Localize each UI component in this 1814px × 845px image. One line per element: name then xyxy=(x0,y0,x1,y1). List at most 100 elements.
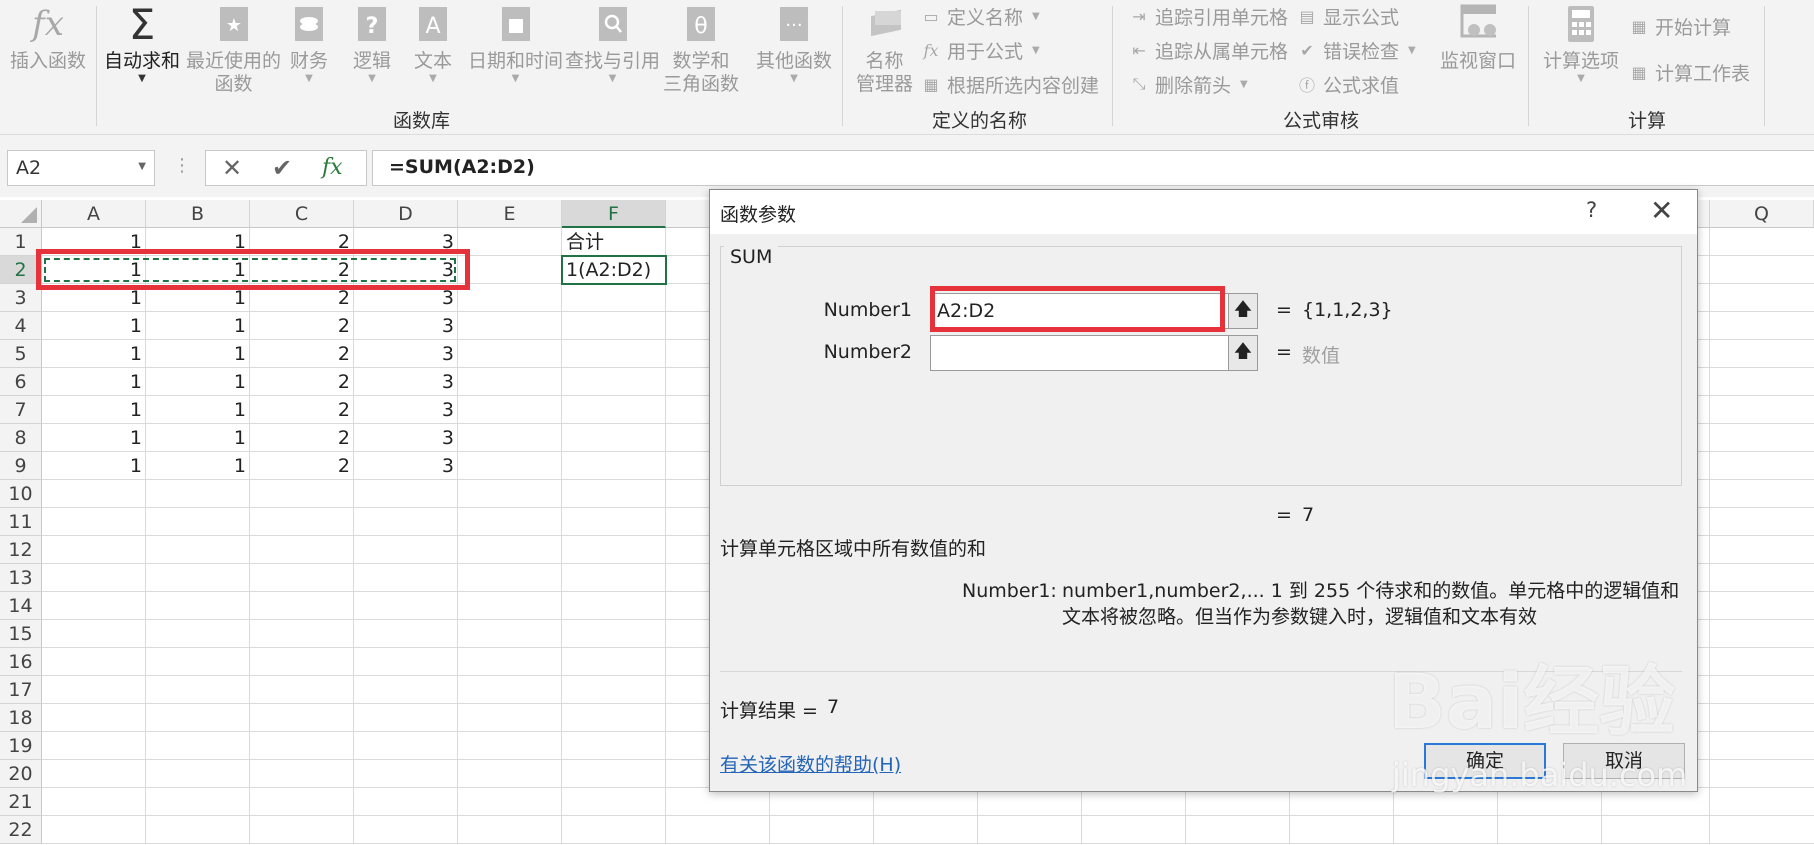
arg2-input[interactable] xyxy=(930,335,1230,371)
collapse-dialog-icon[interactable]: 🡅 xyxy=(1228,293,1258,329)
create-from-selection-button[interactable]: ▦ 根据所选内容创建 xyxy=(920,70,1099,98)
column-header[interactable]: F xyxy=(562,200,666,228)
collapse-dialog-icon[interactable]: 🡅 xyxy=(1228,335,1258,371)
watch-window-button[interactable]: 监视窗口 xyxy=(1440,4,1516,73)
cell[interactable]: 2 xyxy=(250,312,354,340)
more-functions-button[interactable]: ··· 其他函数 ▼ xyxy=(756,4,832,85)
gridline xyxy=(42,815,1814,816)
autosum-button[interactable]: Σ 自动求和 ▼ xyxy=(104,3,180,85)
evaluate-formula-button[interactable]: ⓕ 公式求值 xyxy=(1296,70,1399,98)
cell[interactable]: 3 xyxy=(354,312,458,340)
cell[interactable]: 1 xyxy=(42,312,146,340)
cell[interactable]: 2 xyxy=(250,424,354,452)
splitter-handle[interactable]: ⋮ xyxy=(173,155,191,176)
show-formulas-button[interactable]: ▤ 显示公式 xyxy=(1296,2,1399,30)
select-all-corner[interactable] xyxy=(0,200,42,228)
row-header[interactable]: 4 xyxy=(0,312,42,340)
lookup-reference-button[interactable]: 查找与引用 ▼ xyxy=(565,4,660,85)
trace-precedents-button[interactable]: ⇥ 追踪引用单元格 xyxy=(1128,2,1288,30)
ribbon: fx 插入函数 Σ 自动求和 ▼ ★ 最近使用的 函数 财务 ▼ ? 逻辑 ▼ … xyxy=(0,0,1814,135)
cell[interactable]: 2 xyxy=(250,368,354,396)
row-header[interactable]: 17 xyxy=(0,676,42,704)
star-book-icon: ★ xyxy=(216,4,252,44)
row-header[interactable]: 12 xyxy=(0,536,42,564)
row-header[interactable]: 7 xyxy=(0,396,42,424)
insert-function-button[interactable]: fx 插入函数 xyxy=(10,4,86,73)
row-header[interactable]: 16 xyxy=(0,648,42,676)
row-header[interactable]: 8 xyxy=(0,424,42,452)
column-header[interactable]: D xyxy=(354,200,458,228)
row-header[interactable]: 15 xyxy=(0,620,42,648)
row-header[interactable]: 6 xyxy=(0,368,42,396)
row-header[interactable]: 10 xyxy=(0,480,42,508)
remove-arrows-button[interactable]: ⤡ 删除箭头 ▼ xyxy=(1128,70,1248,98)
name-manager-button[interactable]: 名称 管理器 xyxy=(856,4,913,96)
cell[interactable]: 3 xyxy=(354,424,458,452)
row-header[interactable]: 9 xyxy=(0,452,42,480)
column-header[interactable]: E xyxy=(458,200,562,228)
financial-button[interactable]: 财务 ▼ xyxy=(290,4,328,85)
enter-icon[interactable]: ✔ xyxy=(272,154,292,182)
dialog-title-bar[interactable]: 函数参数 ? ✕ xyxy=(710,190,1697,234)
text-functions-button[interactable]: A 文本 ▼ xyxy=(414,4,452,85)
calc-sheet-button[interactable]: ▦ 计算工作表 xyxy=(1628,58,1750,86)
insert-function-icon[interactable]: fx xyxy=(322,155,343,180)
row-header[interactable]: 22 xyxy=(0,816,42,844)
column-header[interactable]: A xyxy=(42,200,146,228)
cell[interactable]: 1 xyxy=(42,424,146,452)
math-trig-button[interactable]: θ 数学和 三角函数 xyxy=(663,4,739,96)
column-header[interactable]: C xyxy=(250,200,354,228)
column-header[interactable]: Q xyxy=(1710,200,1814,228)
error-checking-button[interactable]: ✔ 错误检查 ▼ xyxy=(1296,36,1415,64)
calc-now-button[interactable]: ▦ 开始计算 xyxy=(1628,12,1731,40)
function-help-link[interactable]: 有关该函数的帮助(H) xyxy=(720,750,901,777)
row-header[interactable]: 13 xyxy=(0,564,42,592)
row-header[interactable]: 19 xyxy=(0,732,42,760)
help-icon[interactable]: ? xyxy=(1586,198,1597,222)
cell[interactable]: 2 xyxy=(250,396,354,424)
row-header[interactable]: 21 xyxy=(0,788,42,816)
cell[interactable]: 1 xyxy=(146,396,250,424)
group-label-function-library: 函数库 xyxy=(393,110,451,132)
chevron-down-icon: ▼ xyxy=(138,161,146,172)
cell[interactable]: 3 xyxy=(354,396,458,424)
cell[interactable]: 1 xyxy=(42,396,146,424)
row-header[interactable]: 14 xyxy=(0,592,42,620)
close-icon[interactable]: ✕ xyxy=(1650,194,1673,227)
cell[interactable]: 3 xyxy=(354,340,458,368)
cell-total-label[interactable]: 合计 xyxy=(562,228,666,256)
name-box[interactable]: A2 ▼ xyxy=(7,150,155,186)
trace-precedents-icon: ⇥ xyxy=(1132,6,1146,26)
trace-dependents-button[interactable]: ⇤ 追踪从属单元格 xyxy=(1128,36,1288,64)
cell[interactable]: 1 xyxy=(42,452,146,480)
svg-text:θ: θ xyxy=(694,14,707,39)
datetime-button[interactable]: 日期和时间 ▼ xyxy=(468,4,563,85)
dialog-title: 函数参数 xyxy=(720,204,797,226)
cancel-icon[interactable]: ✕ xyxy=(222,154,242,182)
cell[interactable]: 1 xyxy=(42,340,146,368)
show-formulas-icon: ▤ xyxy=(1299,6,1315,26)
cell[interactable]: 1 xyxy=(146,312,250,340)
define-name-button[interactable]: ▭ 定义名称 ▼ xyxy=(920,2,1039,30)
row-header[interactable]: 11 xyxy=(0,508,42,536)
cell[interactable]: 1 xyxy=(146,452,250,480)
use-in-formula-button[interactable]: fx 用于公式 ▼ xyxy=(920,36,1040,64)
cell[interactable]: 3 xyxy=(354,368,458,396)
cell[interactable]: 1 xyxy=(146,340,250,368)
calc-options-button[interactable]: 计算选项 ▼ xyxy=(1543,4,1619,85)
cell[interactable]: 3 xyxy=(354,452,458,480)
calc-sheet-icon: ▦ xyxy=(1631,62,1647,82)
theta-book-icon: θ xyxy=(683,4,719,44)
recently-used-button[interactable]: ★ 最近使用的 函数 xyxy=(186,4,281,96)
cell[interactable]: 1 xyxy=(146,424,250,452)
cell[interactable]: 1 xyxy=(42,368,146,396)
row-header[interactable]: 18 xyxy=(0,704,42,732)
cell[interactable]: 1 xyxy=(146,368,250,396)
logical-button[interactable]: ? 逻辑 ▼ xyxy=(353,4,391,85)
formula-input[interactable]: =SUM(A2:D2) xyxy=(372,150,1814,186)
cell[interactable]: 2 xyxy=(250,340,354,368)
row-header[interactable]: 5 xyxy=(0,340,42,368)
cell[interactable]: 2 xyxy=(250,452,354,480)
column-header[interactable]: B xyxy=(146,200,250,228)
row-header[interactable]: 20 xyxy=(0,760,42,788)
